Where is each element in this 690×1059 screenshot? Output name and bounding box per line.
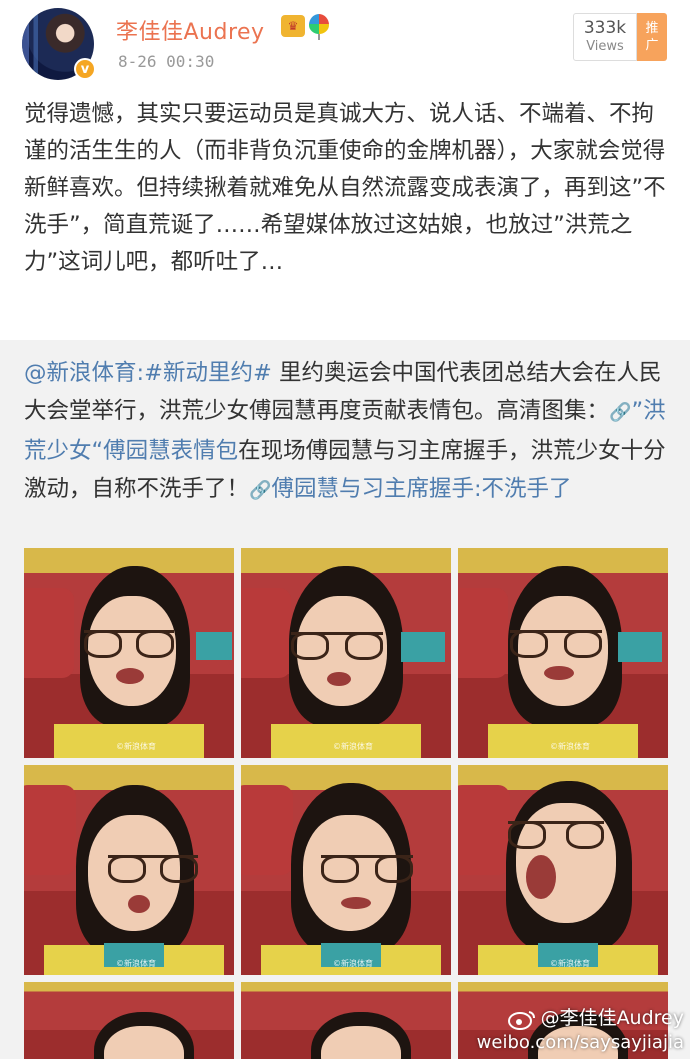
promote-label-1: 推 [645,21,659,36]
photo-watermark: ©新浪体育 [550,959,590,968]
post-body-text: 觉得遗憾，其实只要运动员是真诚大方、说人话、不端着、不拘谨的活生生的人（而非背负… [24,101,666,275]
mention-colon: : [136,360,145,386]
video-link[interactable]: 傅园慧与习主席握手:不洗手了 [271,476,571,502]
repost-card[interactable]: @新浪体育:#新动里约# 里约奥运会中国代表团总结大会在人民大会堂举行，洪荒少女… [0,340,690,1059]
photo-thumbnail[interactable] [241,982,451,1059]
photo-watermark: ©新浪体育 [116,959,156,968]
views-label: Views [586,39,624,54]
verified-badge-icon: v [74,58,96,80]
link-icon: 🔗 [249,480,272,501]
photo-thumbnail[interactable] [24,982,234,1059]
photo-thumbnail[interactable]: ©新浪体育 [241,548,451,758]
photo-thumbnail[interactable]: ©新浪体育 [458,548,668,758]
watermark-handle: @李佳佳Audrey [477,1003,684,1030]
watermark-url: weibo.com/saysayjiajia [476,1032,684,1053]
crown-icon[interactable]: ♛ [281,15,305,37]
post-timestamp: 8-26 00:30 [118,52,215,71]
hashtag-link[interactable]: #新动里约# [144,360,272,386]
balloon-icon[interactable] [309,14,329,40]
repost-body: @新浪体育:#新动里约# 里约奥运会中国代表团总结大会在人民大会堂举行，洪荒少女… [24,354,670,510]
photo-thumbnail[interactable]: ©新浪体育 [458,765,668,975]
photo-watermark: ©新浪体育 [333,742,373,751]
promote-button[interactable]: 推 广 [637,13,667,61]
mention-link[interactable]: @新浪体育 [24,360,137,386]
photo-watermark: ©新浪体育 [116,742,156,751]
photo-thumbnail[interactable]: ©新浪体育 [24,548,234,758]
weibo-watermark: @李佳佳Audrey weibo.com/saysayjiajia [477,1003,684,1053]
post-header: v 李佳佳Audrey ♛ 8-26 00:30 333k Views 推 广 [0,0,690,88]
link-icon: 🔗 [609,402,632,423]
promote-label-2: 广 [645,38,659,53]
photo-watermark: ©新浪体育 [333,959,373,968]
views-counter: 333k Views [573,13,637,61]
views-count: 333k [583,18,627,38]
photo-thumbnail[interactable]: ©新浪体育 [24,765,234,975]
username[interactable]: 李佳佳Audrey [116,14,265,46]
weibo-logo-icon [507,1010,535,1030]
photo-thumbnail[interactable]: ©新浪体育 [241,765,451,975]
photo-watermark: ©新浪体育 [550,742,590,751]
watermark-handle-text: @李佳佳Audrey [540,1007,684,1029]
